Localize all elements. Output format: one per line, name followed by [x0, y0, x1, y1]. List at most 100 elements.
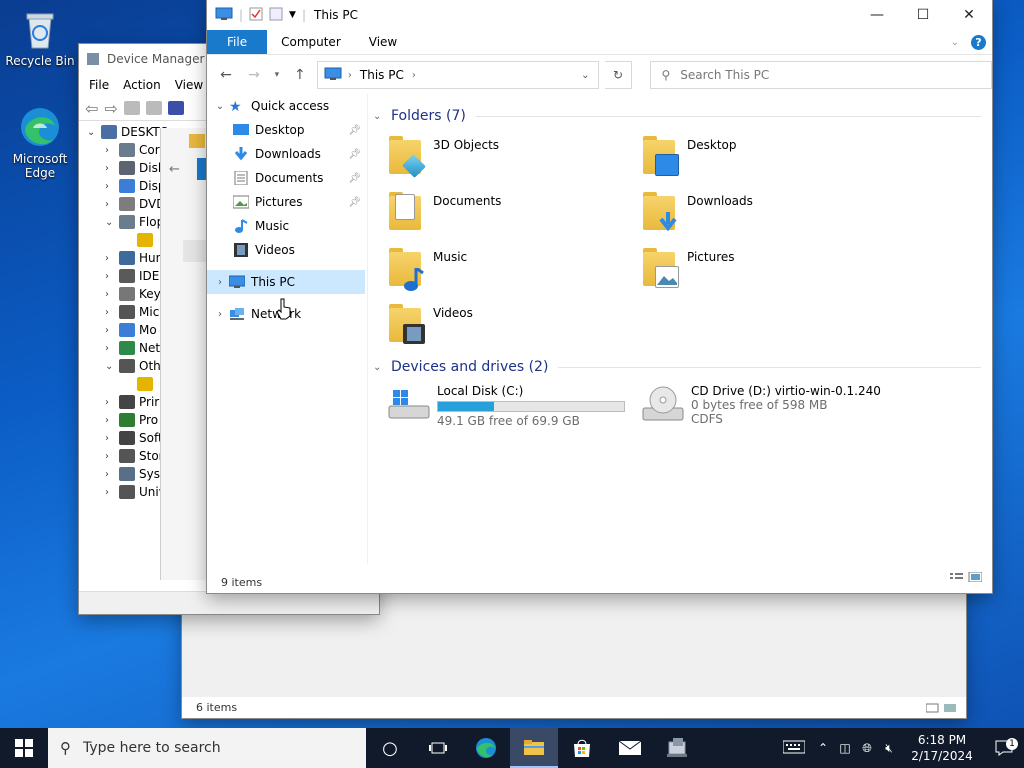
devices-section-header[interactable]: ⌄ Devices and drives (2) [373, 355, 981, 379]
taskbar-edge-button[interactable] [462, 728, 510, 768]
breadcrumb-chevron-icon[interactable]: › [412, 70, 416, 81]
pin-icon[interactable]: 📌︎ [348, 173, 361, 184]
tab-view[interactable]: View [355, 30, 411, 54]
breadcrumb-chevron-icon[interactable]: › [348, 70, 352, 81]
search-box[interactable]: ⚲ Search This PC [650, 61, 992, 89]
taskbar-device-manager-button[interactable] [654, 728, 702, 768]
new-folder-quick-icon[interactable] [269, 7, 283, 24]
scan-icon[interactable] [167, 101, 184, 115]
explorer-window[interactable]: | ▼ | This PC — ☐ ✕ File Computer View ⌄… [207, 0, 992, 593]
close-button[interactable]: ✕ [946, 0, 992, 30]
pin-icon[interactable]: 📌︎ [348, 197, 361, 208]
expand-chevron-icon[interactable]: › [105, 181, 119, 192]
drive-local-disk-c[interactable]: Local Disk (C:) 49.1 GB free of 69.9 GB [387, 384, 639, 430]
folder-pictures[interactable]: Pictures [641, 246, 891, 298]
menu-view[interactable]: View [175, 78, 203, 92]
cortana-button[interactable]: ○ [366, 728, 414, 768]
expand-chevron-icon[interactable]: › [105, 433, 119, 444]
network-globe-icon[interactable]: 🌐︎ [856, 741, 878, 756]
expand-chevron-icon[interactable]: › [105, 397, 119, 408]
expand-chevron-icon[interactable]: › [105, 469, 119, 480]
meet-now-icon[interactable]: ◫ [834, 741, 856, 755]
taskbar-store-button[interactable] [558, 728, 606, 768]
address-dropdown-icon[interactable]: ⌄ [581, 70, 589, 81]
nav-item-desktop[interactable]: Desktop 📌︎ [207, 118, 365, 142]
back-button[interactable]: ← [215, 67, 237, 83]
taskbar-file-explorer-button[interactable] [510, 728, 558, 768]
clock[interactable]: 6:18 PM 2/17/2024 [900, 732, 984, 764]
properties-quick-icon[interactable] [249, 7, 263, 24]
forward-button[interactable]: → [243, 67, 265, 83]
collapse-chevron-icon[interactable]: ⌄ [211, 101, 229, 112]
taskbar-mail-button[interactable] [606, 728, 654, 768]
nav-quick-access[interactable]: ⌄ ★ Quick access [207, 94, 365, 118]
expand-chevron-icon[interactable]: › [105, 307, 119, 318]
folder-music[interactable]: Music [387, 246, 637, 298]
menu-file[interactable]: File [89, 78, 109, 92]
forward-arrow-icon[interactable]: ⇨ [104, 99, 117, 118]
drive-cd-d[interactable]: CD Drive (D:) virtio-win-0.1.240 0 bytes… [641, 384, 893, 430]
nav-item-downloads[interactable]: Downloads 📌︎ [207, 142, 365, 166]
expand-chevron-icon[interactable]: › [105, 271, 119, 282]
expand-chevron-icon[interactable]: › [105, 343, 119, 354]
folders-section-header[interactable]: ⌄ Folders (7) [373, 104, 981, 128]
collapse-chevron-icon[interactable]: ⌄ [105, 361, 119, 372]
nav-item-videos[interactable]: Videos [207, 238, 365, 262]
folder-downloads[interactable]: Downloads [641, 190, 891, 242]
expand-chevron-icon[interactable]: › [211, 277, 229, 288]
folder-videos[interactable]: Videos [387, 302, 637, 354]
nav-item-documents[interactable]: Documents 📌︎ [207, 166, 365, 190]
notification-center-button[interactable]: 1 [984, 738, 1024, 756]
expand-chevron-icon[interactable]: › [105, 415, 119, 426]
properties-icon[interactable] [123, 101, 140, 115]
folder-3d-objects[interactable]: 3D Objects [387, 134, 637, 186]
volume-muted-icon[interactable]: 🔇︎ [878, 741, 900, 756]
nav-item-pictures[interactable]: Pictures 📌︎ [207, 190, 365, 214]
maximize-button[interactable]: ☐ [900, 0, 946, 30]
edge-shortcut[interactable]: Microsoft Edge [2, 104, 78, 180]
pin-icon[interactable]: 📌︎ [348, 125, 361, 136]
keyboard-icon[interactable] [776, 740, 812, 757]
address-bar[interactable]: › This PC › ⌄ [316, 61, 599, 89]
expand-chevron-icon[interactable]: › [105, 487, 119, 498]
expand-chevron-icon[interactable]: › [105, 451, 119, 462]
expand-chevron-icon[interactable]: › [105, 145, 119, 156]
minimize-button[interactable]: — [854, 0, 900, 30]
help-icon[interactable] [145, 101, 162, 115]
up-button[interactable]: ↑ [289, 67, 311, 83]
view-toggle-icons[interactable] [925, 702, 956, 713]
expand-ribbon-icon[interactable]: ⌄ [945, 30, 965, 54]
back-arrow-icon[interactable]: ⇦ [85, 99, 98, 118]
tab-computer[interactable]: Computer [267, 30, 355, 54]
nav-item-music[interactable]: Music [207, 214, 365, 238]
taskbar-search-box[interactable]: ⚲ Type here to search [48, 728, 366, 768]
collapse-chevron-icon[interactable]: ⌄ [105, 217, 119, 228]
collapse-chevron-icon[interactable]: ⌄ [373, 362, 389, 373]
expand-chevron-icon[interactable]: › [105, 289, 119, 300]
help-icon[interactable]: ? [965, 30, 992, 54]
customize-quick-access-icon[interactable]: ▼ [289, 10, 296, 20]
expand-chevron-icon[interactable]: › [105, 325, 119, 336]
show-hidden-icons-chevron[interactable]: ⌃ [812, 741, 834, 755]
view-toggle-icons[interactable] [950, 571, 983, 585]
menu-action[interactable]: Action [123, 78, 161, 92]
start-button[interactable] [0, 728, 48, 768]
task-view-button[interactable] [414, 728, 462, 768]
breadcrumb-this-pc[interactable]: This PC [360, 68, 404, 82]
expand-chevron-icon[interactable]: › [211, 309, 229, 320]
folder-documents[interactable]: Documents [387, 190, 637, 242]
collapse-chevron-icon[interactable]: ⌄ [87, 127, 101, 138]
nav-this-pc[interactable]: › This PC [207, 270, 365, 294]
expand-chevron-icon[interactable]: › [105, 163, 119, 174]
expand-chevron-icon[interactable]: › [105, 253, 119, 264]
refresh-button[interactable]: ↻ [604, 61, 633, 89]
folder-desktop[interactable]: Desktop [641, 134, 891, 186]
explorer-titlebar[interactable]: | ▼ | This PC — ☐ ✕ [207, 0, 992, 30]
expand-chevron-icon[interactable]: › [105, 199, 119, 210]
recent-locations-button[interactable]: ▾ [271, 70, 283, 80]
tab-file[interactable]: File [207, 30, 268, 54]
pin-icon[interactable]: 📌︎ [348, 149, 361, 160]
back-arrow-icon[interactable]: ← [169, 162, 180, 177]
recycle-bin-shortcut[interactable]: Recycle Bin [2, 6, 78, 68]
collapse-chevron-icon[interactable]: ⌄ [373, 111, 389, 122]
